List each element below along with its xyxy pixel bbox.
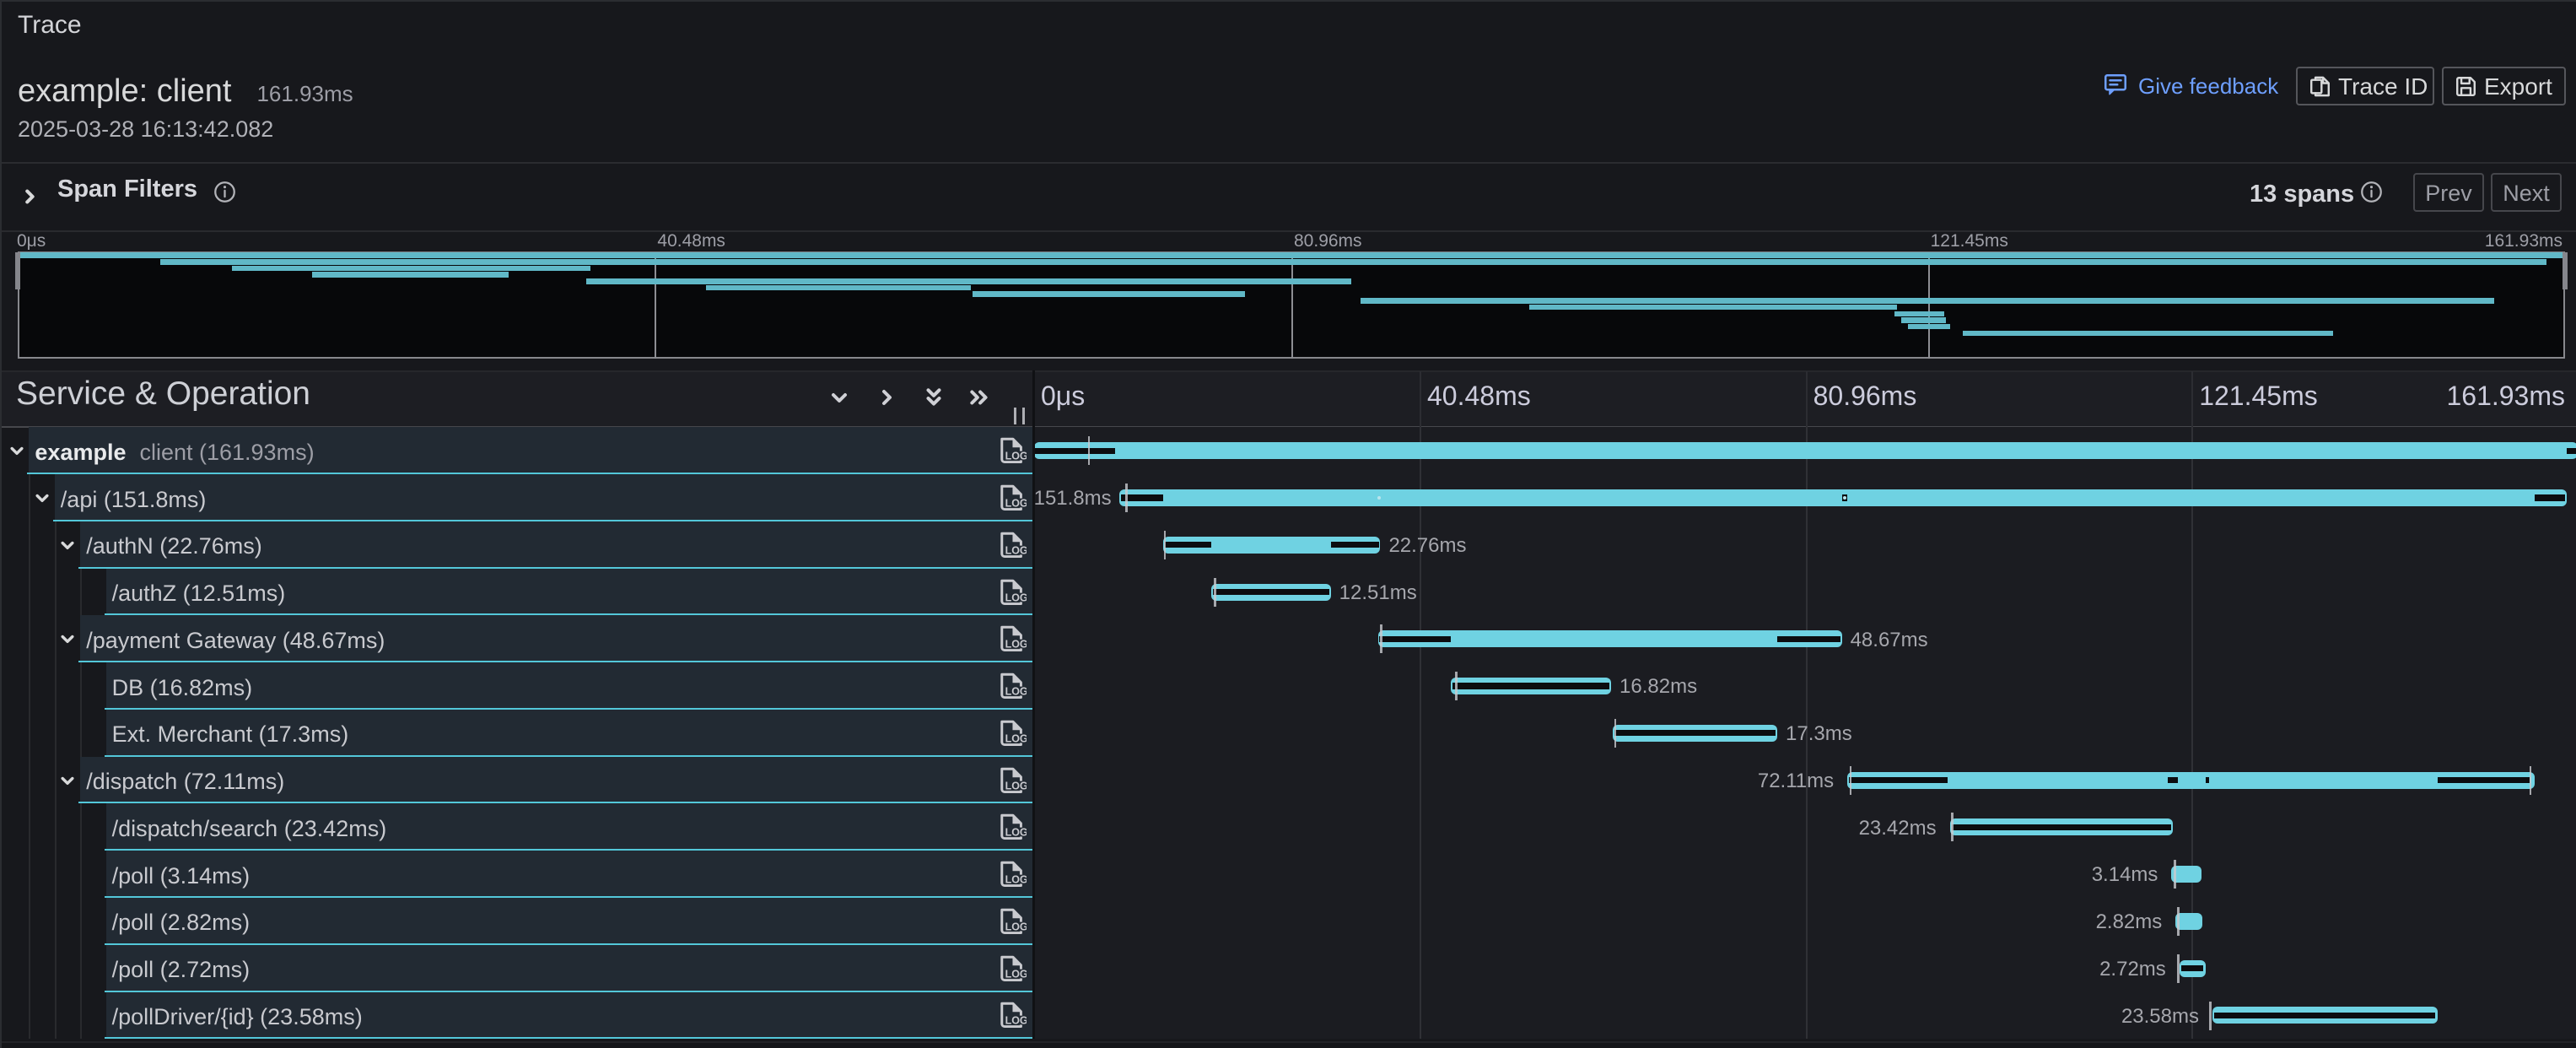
svg-text:LOG: LOG <box>1005 732 1027 744</box>
svg-text:LOG: LOG <box>1005 921 1027 932</box>
svg-text:LOG: LOG <box>1005 1015 1027 1027</box>
svg-text:LOG: LOG <box>1005 780 1027 791</box>
svg-text:LOG: LOG <box>1005 685 1027 697</box>
svg-text:LOG: LOG <box>1005 497 1027 509</box>
svg-text:LOG: LOG <box>1005 639 1027 651</box>
svg-text:LOG: LOG <box>1005 968 1027 980</box>
svg-text:LOG: LOG <box>1005 544 1027 556</box>
svg-text:LOG: LOG <box>1005 827 1027 839</box>
svg-text:LOG: LOG <box>1005 451 1027 462</box>
svg-text:LOG: LOG <box>1005 592 1027 603</box>
svg-text:LOG: LOG <box>1005 873 1027 885</box>
